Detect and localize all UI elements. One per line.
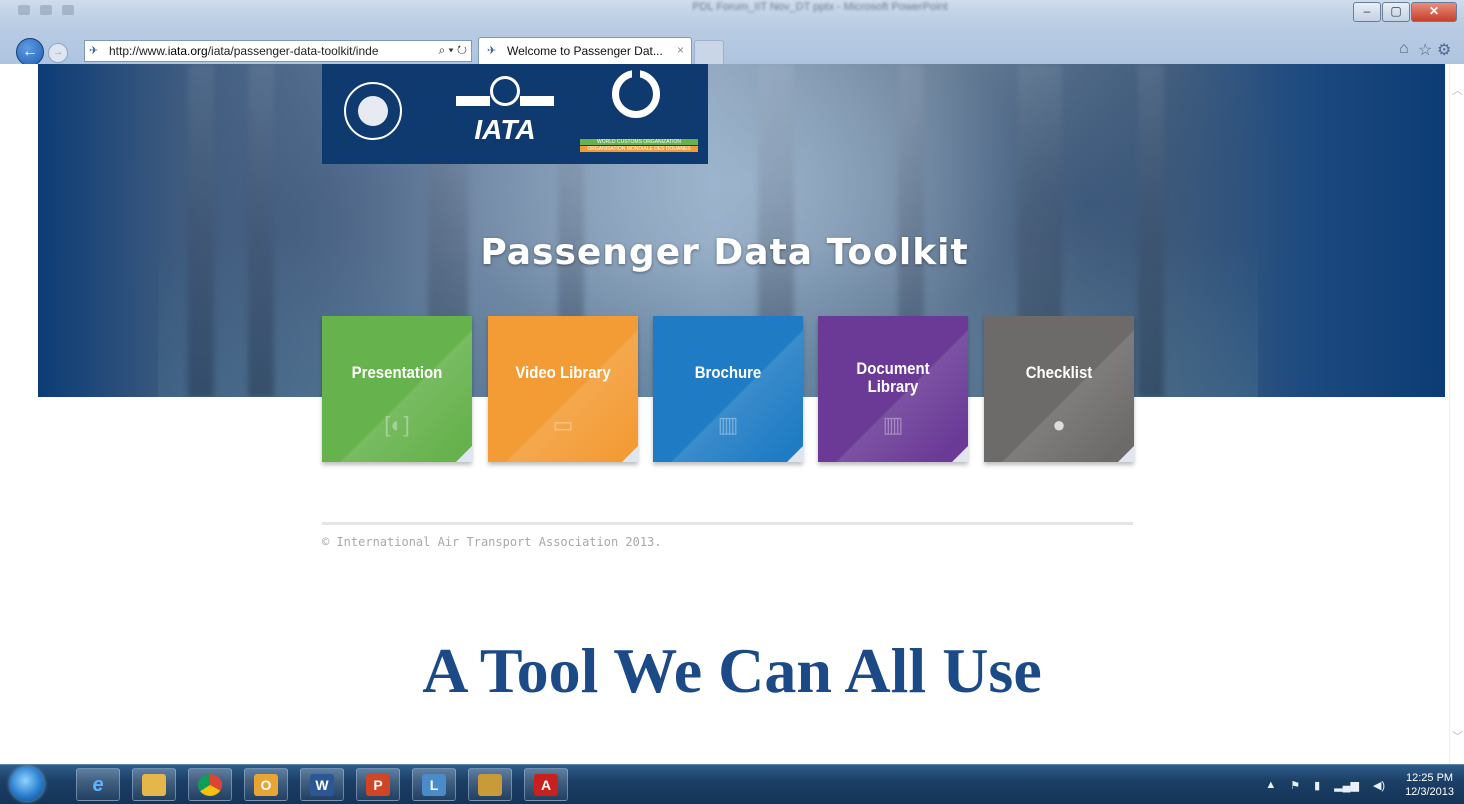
tile-brochure[interactable]: Brochure ▥ [653,316,803,462]
page-title: Passenger Data Toolkit [480,232,969,273]
video-icon: ▭ [552,412,574,437]
taskbar-archive-button[interactable] [468,768,512,801]
network-icon[interactable]: ▂▄▆ [1334,779,1359,792]
tab-title: Welcome to Passenger Dat... [507,44,663,58]
footer-divider [322,522,1133,525]
wco-logo: WORLD CUSTOMS ORGANIZATION ORGANISATION … [580,68,698,160]
taskbar-ie-button[interactable]: e [76,768,120,801]
toolkit-tiles: Presentation [◐] Video Library ▭ Brochur… [0,316,1449,466]
quick-access-toolbar[interactable] [18,2,138,15]
new-tab-button[interactable] [694,40,724,65]
tile-label: Checklist [1025,363,1093,382]
address-url[interactable]: http://www.iata.org/iata/passenger-data-… [109,44,419,58]
tile-video-library[interactable]: Video Library ▭ [488,316,638,462]
tile-presentation[interactable]: Presentation [◐] [322,316,472,462]
scroll-up-icon[interactable]: ︿ [1450,82,1464,98]
slide-caption: A Tool We Can All Use [422,635,1042,706]
tile-label: Document Library [856,359,930,396]
tile-checklist[interactable]: Checklist ● [984,316,1134,462]
power-icon[interactable]: ▮ [1314,779,1320,792]
address-bar[interactable]: ✈ http://www.iata.org/iata/passenger-dat… [84,40,472,62]
clock-time: 12:25 PM [1405,772,1454,784]
taskbar-powerpoint-button[interactable]: P [356,768,400,801]
taskbar-chrome-button[interactable] [188,768,232,801]
tile-document-library[interactable]: Document Library ▥ [818,316,968,462]
window-title: PDL Forum_IIT Nov_DT pptx - Microsoft Po… [692,1,948,13]
windows-taskbar: e O W P L A ▲ ⚑ ▮ ▂▄▆ ◀) 12:25 PM 12/3/2… [0,764,1464,804]
iata-logo: IATA [456,72,554,156]
home-icon[interactable]: ⌂ [1399,40,1409,58]
maximize-button[interactable]: ▢ [1382,2,1410,22]
library-icon: ▥ [882,412,904,437]
window-controls: – ▢ ✕ [1352,2,1457,22]
back-button[interactable]: ← [16,38,44,66]
blurred-tab [730,40,840,50]
close-button[interactable]: ✕ [1411,2,1457,22]
minimize-button[interactable]: – [1353,2,1381,22]
icao-logo [344,82,402,140]
site-favicon-icon: ✈ [89,45,99,57]
vertical-scrollbar[interactable]: ︿ ﹀ [1449,64,1464,764]
search-refresh-icon[interactable]: ⌕ ▾ ↻ [438,43,467,58]
partner-logos: IATA WORLD CUSTOMS ORGANIZATION ORGANISA… [322,64,708,164]
copyright-text: © International Air Transport Associatio… [322,535,662,549]
taskbar-word-button[interactable]: W [300,768,344,801]
show-hidden-icons-icon[interactable]: ▲ [1265,779,1276,791]
system-tray: ▲ ⚑ ▮ ▂▄▆ ◀) 12:25 PM 12/3/2013 [1265,769,1454,801]
tab-passenger-data-toolkit[interactable]: ✈ Welcome to Passenger Dat... × [478,37,692,64]
volume-icon[interactable]: ◀) [1373,779,1385,792]
circle-icon: ● [1052,412,1066,437]
favorites-star-icon[interactable]: ☆ [1418,40,1432,60]
page-viewport: IATA WORLD CUSTOMS ORGANIZATION ORGANISA… [0,64,1449,764]
tile-label: Presentation [351,363,443,382]
tile-label: Brochure [694,363,762,382]
clock-date: 12/3/2013 [1405,786,1454,798]
map-icon: ▥ [717,412,739,437]
scroll-down-icon[interactable]: ﹀ [1450,728,1464,744]
settings-gear-icon[interactable]: ⚙ [1437,40,1451,60]
taskbar-outlook-button[interactable]: O [244,768,288,801]
tile-label: Video Library [515,363,611,382]
clock[interactable]: 12:25 PM 12/3/2013 [1405,771,1454,799]
taskbar-acrobat-button[interactable]: A [524,768,568,801]
taskbar-explorer-button[interactable] [132,768,176,801]
presentation-icon: [◐] [384,412,410,437]
start-button[interactable] [10,767,44,801]
tab-favicon-icon: ✈ [487,45,497,57]
forward-button[interactable]: → [48,43,68,63]
tab-close-icon[interactable]: × [677,43,684,57]
taskbar-lync-button[interactable]: L [412,768,456,801]
action-center-flag-icon[interactable]: ⚑ [1290,779,1300,792]
